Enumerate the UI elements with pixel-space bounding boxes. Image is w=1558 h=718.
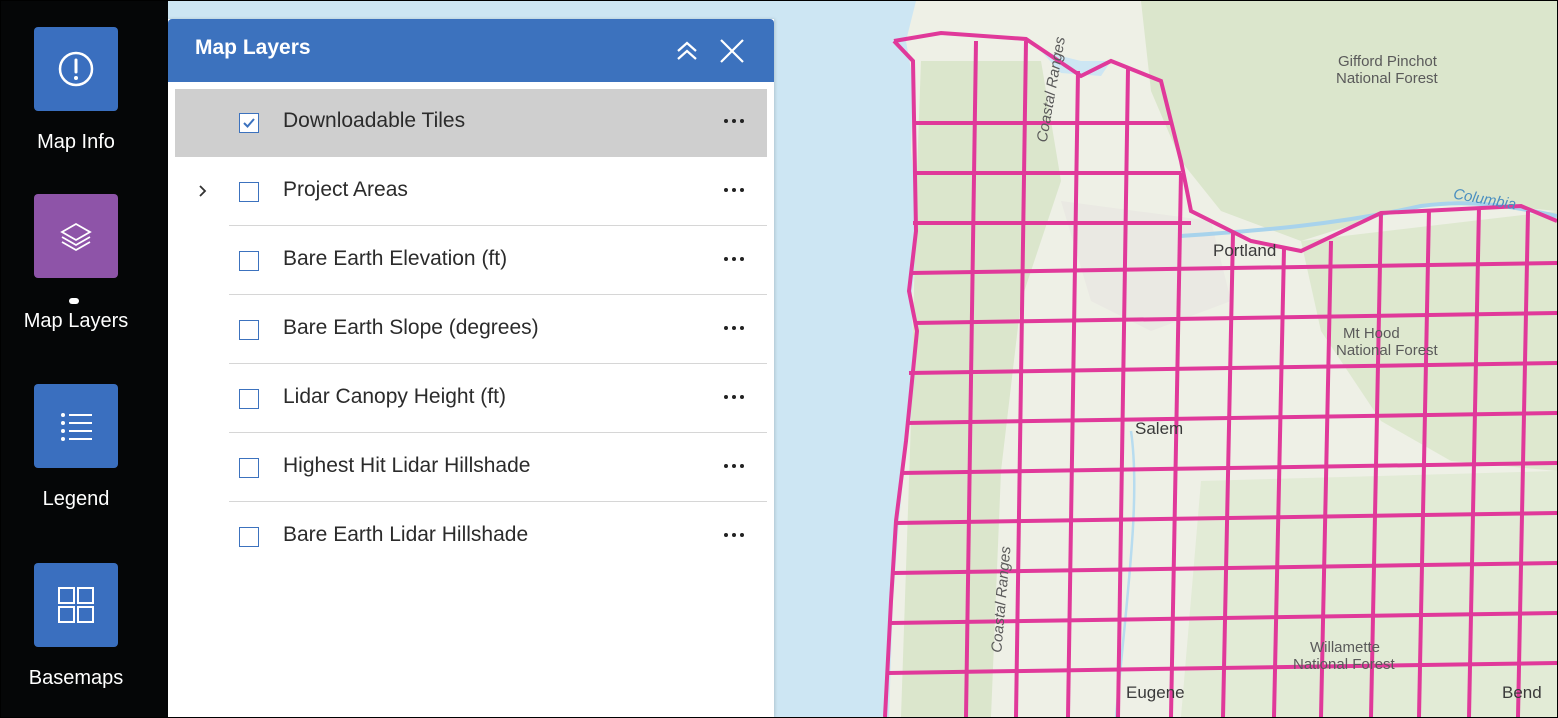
expand-button[interactable]	[195, 180, 211, 202]
panel-header: Map Layers	[168, 19, 774, 82]
app-frame: Gifford Pinchot National Forest Columbia…	[0, 0, 1558, 718]
layer-options-button[interactable]	[718, 521, 750, 549]
map-layers-panel: Map Layers Downloadable Tiles Project Ar…	[168, 19, 774, 717]
row-divider	[229, 432, 767, 433]
close-button[interactable]	[718, 37, 746, 65]
layer-label: Bare Earth Lidar Hillshade	[283, 523, 529, 546]
more-dots-icon	[724, 464, 744, 468]
more-dots-icon	[724, 257, 744, 261]
layer-options-button[interactable]	[718, 383, 750, 411]
list-icon	[61, 413, 92, 441]
layers-icon	[60, 222, 92, 252]
map-label-bend: Bend	[1502, 683, 1542, 702]
layer-checkbox[interactable]	[239, 182, 259, 202]
basemaps-button[interactable]	[34, 563, 118, 647]
map-label-willamette-2: National Forest	[1293, 656, 1395, 673]
layer-label: Bare Earth Slope (degrees)	[283, 316, 539, 339]
more-dots-icon	[724, 326, 744, 330]
map-label-mthood: Mt Hood	[1343, 325, 1400, 342]
layer-options-button[interactable]	[718, 245, 750, 273]
layer-row-bare-earth-hillshade[interactable]: Bare Earth Lidar Hillshade	[175, 503, 767, 571]
check-icon	[243, 118, 255, 128]
more-dots-icon	[724, 119, 744, 123]
layer-label: Bare Earth Elevation (ft)	[283, 247, 508, 270]
row-divider	[229, 294, 767, 295]
map-info-label: Map Info	[37, 131, 115, 153]
map-layers-button[interactable]	[34, 194, 118, 278]
basemaps-label: Basemaps	[28, 667, 124, 689]
layer-checkbox[interactable]	[239, 389, 259, 409]
map-label-portland: Portland	[1213, 241, 1277, 260]
more-dots-icon	[724, 533, 744, 537]
layer-row-downloadable-tiles[interactable]: Downloadable Tiles	[175, 89, 767, 157]
layer-options-button[interactable]	[718, 107, 750, 135]
row-divider	[229, 363, 767, 364]
map-label-mthood-2: National Forest	[1336, 342, 1438, 359]
map-label-gifford-2: National Forest	[1336, 70, 1438, 87]
row-divider	[229, 225, 767, 226]
layer-label: Highest Hit Lidar Hillshade	[283, 454, 531, 477]
map-label-salem: Salem	[1135, 419, 1184, 438]
legend-label: Legend	[42, 488, 110, 510]
row-divider	[229, 501, 767, 502]
layer-label: Project Areas	[283, 178, 408, 201]
close-icon	[720, 39, 744, 63]
active-indicator	[69, 298, 79, 304]
more-dots-icon	[724, 188, 744, 192]
layer-row-lidar-canopy-height[interactable]: Lidar Canopy Height (ft)	[175, 365, 767, 433]
layer-row-highest-hit-hillshade[interactable]: Highest Hit Lidar Hillshade	[175, 434, 767, 502]
layer-checkbox[interactable]	[239, 458, 259, 478]
map-label-eugene: Eugene	[1126, 683, 1185, 702]
layer-checkbox[interactable]	[239, 527, 259, 547]
layer-options-button[interactable]	[718, 176, 750, 204]
chevron-right-icon	[199, 185, 207, 197]
layer-row-project-areas[interactable]: Project Areas	[175, 158, 767, 226]
map-info-button[interactable]	[34, 27, 118, 111]
left-toolbar: Map Info Map Layers Legend Basemaps	[1, 1, 168, 717]
layer-label: Downloadable Tiles	[283, 109, 466, 132]
double-chevron-up-icon	[677, 41, 697, 60]
info-icon	[58, 51, 94, 87]
layer-label: Lidar Canopy Height (ft)	[283, 385, 506, 408]
grid-icon	[58, 587, 94, 623]
legend-button[interactable]	[34, 384, 118, 468]
more-dots-icon	[724, 395, 744, 399]
layer-row-bare-earth-slope[interactable]: Bare Earth Slope (degrees)	[175, 296, 767, 364]
panel-title: Map Layers	[195, 36, 311, 59]
map-label-gifford: Gifford Pinchot	[1338, 53, 1437, 70]
map-label-willamette: Willamette	[1310, 639, 1381, 656]
layer-row-bare-earth-elevation[interactable]: Bare Earth Elevation (ft)	[175, 227, 767, 295]
layer-options-button[interactable]	[718, 314, 750, 342]
layer-checkbox[interactable]	[239, 320, 259, 340]
layer-options-button[interactable]	[718, 452, 750, 480]
layer-checkbox[interactable]	[239, 113, 259, 133]
layer-checkbox[interactable]	[239, 251, 259, 271]
map-layers-label: Map Layers	[23, 310, 129, 332]
collapse-button[interactable]	[673, 37, 701, 65]
